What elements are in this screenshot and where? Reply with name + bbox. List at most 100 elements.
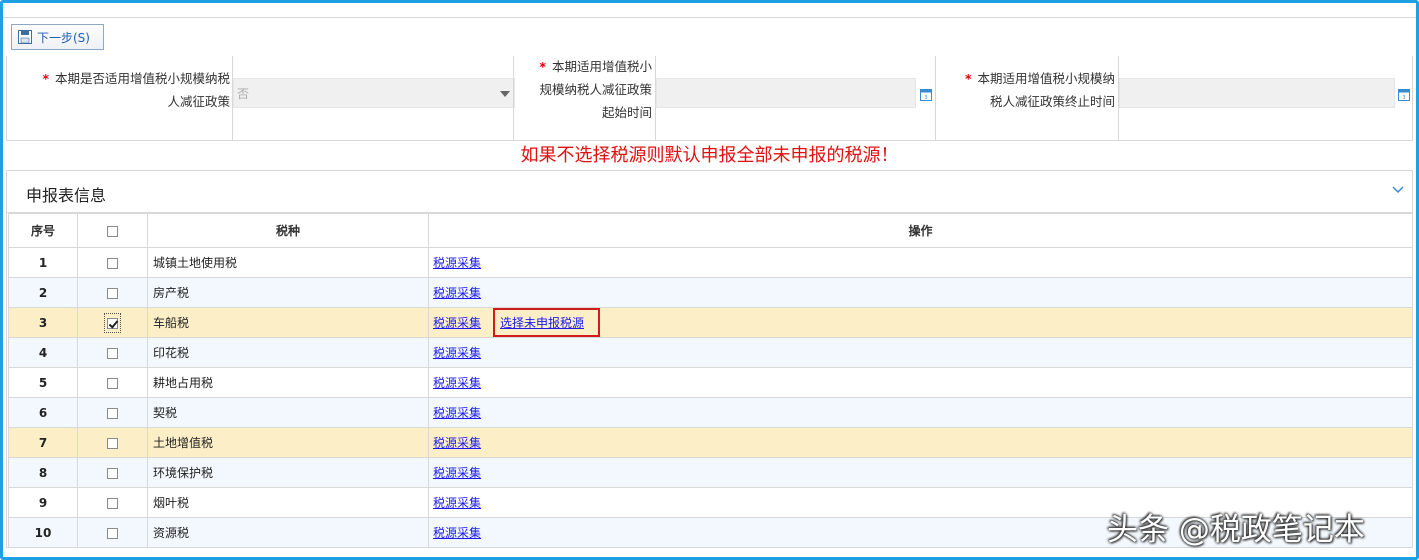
row-number: 4 <box>8 337 78 368</box>
calendar-icon[interactable]: 3 <box>1398 88 1410 101</box>
table-row[interactable]: 7 土地增值税 税源采集 <box>8 427 1413 458</box>
table-header-row: 序号 税种 操作 <box>8 213 1413 248</box>
policy-select[interactable]: 否 <box>233 78 515 108</box>
dropdown-arrow-icon[interactable] <box>500 91 510 97</box>
table-row[interactable]: 3 车船税 税源采集 选择未申报税源 <box>8 307 1413 338</box>
row-number: 1 <box>8 247 78 278</box>
table-row[interactable]: 8 环境保护税 税源采集 <box>8 457 1413 488</box>
field1-label-line2: 人减征政策 <box>167 94 230 109</box>
row-number: 7 <box>8 427 78 458</box>
end-date-input[interactable] <box>1119 78 1395 108</box>
collect-source-link[interactable]: 税源采集 <box>433 406 481 420</box>
row-select-cell <box>77 397 148 428</box>
row-checkbox[interactable] <box>107 437 118 449</box>
row-select-cell <box>77 277 148 308</box>
row-ops: 税源采集 <box>428 427 1413 458</box>
collect-source-link[interactable]: 税源采集 <box>433 436 481 450</box>
row-checkbox[interactable] <box>107 377 118 389</box>
collect-source-link[interactable]: 税源采集 <box>433 526 481 540</box>
field1-label-line1: 本期是否适用增值税小规模纳税 <box>54 71 230 86</box>
row-number: 6 <box>8 397 78 428</box>
tax-table: 序号 税种 操作 1 城镇土地使用税 税源采集 2 房产税 税源采集 3 车船税 税源采集 选择未… <box>8 213 1413 548</box>
watermark: 头条 @税政笔记本 <box>1107 512 1365 548</box>
tax-name: 环境保护税 <box>147 457 429 488</box>
svg-text:3: 3 <box>924 95 927 101</box>
panel-title: 申报表信息 <box>26 186 107 205</box>
collect-source-link[interactable]: 税源采集 <box>433 256 481 270</box>
policy-form-row: * 本期是否适用增值税小规模纳税 人减征政策 否 * 本期适用增值税小 规模纳税人减… <box>6 56 1413 141</box>
field-separator <box>513 56 514 140</box>
panel-header[interactable]: 申报表信息 <box>7 171 1412 213</box>
row-checkbox[interactable] <box>107 407 118 419</box>
row-select-cell <box>77 367 148 398</box>
field2-label: * 本期适用增值税小 规模纳税人减征政策 起始时间 <box>515 56 652 140</box>
row-checkbox[interactable] <box>107 467 118 479</box>
field3-label-line2: 税人减征政策终止时间 <box>989 94 1115 109</box>
next-step-button[interactable]: 下一步(S) <box>11 24 104 50</box>
tax-name: 城镇土地使用税 <box>147 247 429 278</box>
col-header-tax: 税种 <box>147 213 429 248</box>
col-header-no: 序号 <box>8 213 78 248</box>
row-select-cell <box>77 517 148 548</box>
tax-name: 土地增值税 <box>147 427 429 458</box>
field-separator <box>935 56 936 140</box>
row-ops: 税源采集 <box>428 457 1413 488</box>
collect-source-link[interactable]: 税源采集 <box>433 316 481 330</box>
row-ops: 税源采集 选择未申报税源 <box>428 307 1413 338</box>
field1-label: * 本期是否适用增值税小规模纳税 人减征政策 <box>7 56 230 140</box>
declaration-panel: 申报表信息 序号 税种 操作 1 城镇土地使用税 税源采集 2 房产税 税源采集 3 车船税税… <box>6 170 1413 548</box>
table-row[interactable]: 5 耕地占用税 税源采集 <box>8 367 1413 398</box>
tax-name: 资源税 <box>147 517 429 548</box>
table-row[interactable]: 1 城镇土地使用税 税源采集 <box>8 247 1413 278</box>
policy-select-value: 否 <box>237 87 250 101</box>
row-ops: 税源采集 <box>428 367 1413 398</box>
col-header-ops: 操作 <box>428 213 1413 248</box>
row-checkbox[interactable] <box>107 527 118 539</box>
row-ops: 税源采集 <box>428 397 1413 428</box>
collect-source-link[interactable]: 税源采集 <box>433 376 481 390</box>
row-checkbox[interactable] <box>107 257 118 269</box>
row-ops: 税源采集 <box>428 247 1413 278</box>
tax-name: 印花税 <box>147 337 429 368</box>
start-date-input[interactable] <box>656 78 916 108</box>
row-checkbox[interactable] <box>107 347 118 359</box>
row-select-cell <box>77 247 148 278</box>
highlight-box: 选择未申报税源 <box>493 308 601 337</box>
next-step-label: 下一步(S) <box>37 30 90 45</box>
table-row[interactable]: 4 印花税 税源采集 <box>8 337 1413 368</box>
row-number: 2 <box>8 277 78 308</box>
tax-name: 烟叶税 <box>147 487 429 518</box>
notice-text: 如果不选择税源则默认申报全部未申报的税源！ <box>520 145 899 166</box>
row-checkbox[interactable] <box>107 497 118 509</box>
select-undeclared-link[interactable]: 选择未申报税源 <box>500 316 584 330</box>
row-ops: 税源采集 <box>428 277 1413 308</box>
col-header-select <box>77 213 148 248</box>
row-ops: 税源采集 <box>428 337 1413 368</box>
required-mark: * <box>539 59 546 74</box>
row-checkbox[interactable] <box>107 317 118 329</box>
collect-source-link[interactable]: 税源采集 <box>433 286 481 300</box>
collect-source-link[interactable]: 税源采集 <box>433 346 481 360</box>
select-all-checkbox[interactable] <box>107 225 118 237</box>
row-number: 3 <box>8 307 78 338</box>
collect-source-link[interactable]: 税源采集 <box>433 496 481 510</box>
calendar-icon[interactable]: 3 <box>920 88 932 101</box>
row-number: 10 <box>8 517 78 548</box>
table-row[interactable]: 2 房产税 税源采集 <box>8 277 1413 308</box>
row-checkbox-focus <box>104 312 121 333</box>
row-checkbox[interactable] <box>107 287 118 299</box>
required-mark: * <box>964 71 972 86</box>
row-select-cell <box>77 427 148 458</box>
tax-name: 房产税 <box>147 277 429 308</box>
row-number: 5 <box>8 367 78 398</box>
required-mark: * <box>42 71 49 86</box>
field3-label-line1: 本期适用增值税小规模纳 <box>977 71 1115 86</box>
table-row[interactable]: 6 契税 税源采集 <box>8 397 1413 428</box>
collect-source-link[interactable]: 税源采集 <box>433 466 481 480</box>
field2-label-line1: 本期适用增值税小 <box>551 59 652 74</box>
field2-label-line2: 规模纳税人减征政策 <box>539 82 652 97</box>
svg-text:3: 3 <box>1402 95 1405 101</box>
chevron-down-icon[interactable] <box>1392 186 1404 194</box>
row-select-cell <box>77 307 148 338</box>
tax-name: 车船税 <box>147 307 429 338</box>
